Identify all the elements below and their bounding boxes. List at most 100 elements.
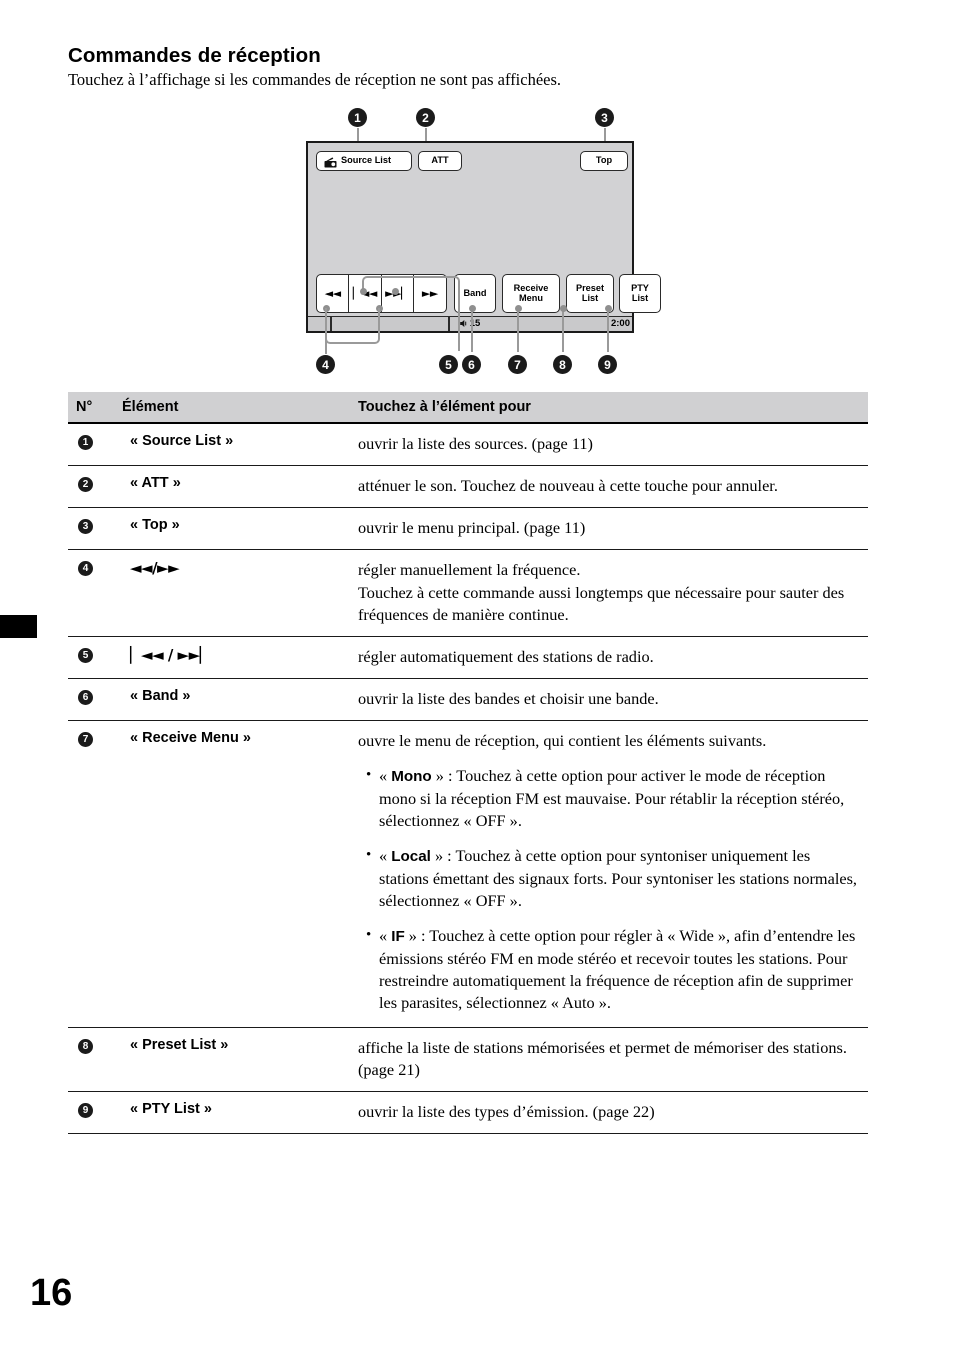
row-callout-badge: 6 (78, 690, 93, 706)
row-description-text: régler automatiquement des stations de r… (358, 646, 654, 666)
leader-line-9 (607, 308, 610, 352)
row-element-cell: « Preset List » (130, 1036, 229, 1053)
bullet-keyword: IF (391, 928, 405, 946)
list-item: • « Mono » : Touchez à cette option pour… (358, 765, 862, 832)
source-list-label: Source List (341, 155, 392, 166)
table-row: 9 « PTY List » ouvrir la liste des types… (68, 1092, 868, 1134)
callout-4: 4 (316, 355, 335, 374)
callout-9: 9 (598, 355, 617, 374)
volume-indicator: 15 (460, 318, 480, 329)
row-callout-badge: 3 (78, 519, 93, 535)
row-number-cell: 3 (68, 517, 122, 535)
table-row: 5 ▏◄◄ / ►►▏ régler automatiquement des s… (68, 637, 868, 680)
row-description-text: ouvrir la liste des bandes et choisir un… (358, 689, 659, 709)
bullet-prefix: « (379, 846, 392, 866)
bullet-icon: • (366, 847, 372, 864)
row-number-cell: 1 (68, 433, 122, 450)
row-number-cell: 8 (68, 1037, 122, 1054)
row-number-cell: 5 (68, 646, 122, 663)
row-description-text: ouvrir la liste des sources. (page 11) (358, 434, 593, 453)
row-element-cell: « Receive Menu » (130, 730, 251, 747)
row-callout-badge: 2 (78, 477, 93, 493)
row-number-cell: 9 (68, 1101, 122, 1118)
seek-backward-button[interactable]: ◄◄ (317, 275, 350, 312)
leader-line-4b (377, 308, 381, 335)
receive-menu-button[interactable]: Receive Menu (502, 274, 560, 313)
leader-bracket-4 (324, 332, 380, 344)
pty-list-label-line2: List (631, 292, 649, 303)
volume-icon (460, 320, 467, 327)
leader-line-4c (324, 336, 328, 354)
pty-list-label-line1: PTY (631, 282, 649, 293)
leader-dot-5b (391, 288, 399, 295)
row-description-text: atténuer le son. Touchez de nouveau à ce… (358, 476, 778, 496)
table-row: 7 « Receive Menu » ouvre le menu de réce… (68, 721, 868, 1028)
row-callout-badge: 4 (78, 561, 93, 577)
row-description-cell: ouvrir la liste des sources. (page 11) (358, 433, 868, 455)
leader-dot-6 (468, 305, 476, 312)
row-description-text-2: Touchez à cette commande aussi longtemps… (358, 582, 845, 624)
row-number-cell: 7 (68, 730, 122, 748)
chapter-edge-marker (0, 615, 37, 638)
row-callout-badge: 7 (78, 732, 93, 748)
row-element-cell: ◄◄/►► (130, 559, 180, 578)
row-description-cell: ouvre le menu de réception, qui contient… (358, 730, 868, 1016)
list-item: • « Local » : Touchez à cette option pou… (358, 845, 862, 912)
row-callout-badge: 5 (78, 647, 93, 663)
bullet-suffix: » : Touchez à cette option pour syntonis… (379, 846, 857, 911)
callout-7: 7 (508, 355, 527, 374)
row-description-cell: atténuer le son. Touchez de nouveau à ce… (358, 475, 868, 497)
callout-1: 1 (348, 108, 367, 127)
row-element-cell: « ATT » (130, 475, 181, 492)
preset-list-label-line2: List (581, 292, 599, 303)
row-callout-badge: 1 (78, 435, 93, 450)
reception-controls-table: N° Élément Touchez à l’élément pour 1 « … (68, 392, 868, 1134)
leader-dot-7 (514, 305, 522, 312)
row-callout-badge: 9 (78, 1102, 93, 1118)
callout-5: 5 (439, 355, 458, 374)
table-row: 6 « Band » ouvrir la liste des bandes et… (68, 679, 868, 722)
row-element-cell: « Band » (130, 688, 191, 705)
table-row: 3 « Top » ouvrir le menu principal. (pag… (68, 508, 868, 551)
row-element-cell: ▏◄◄ / ►►▏ (130, 645, 211, 664)
receiver-screen: Source List ATT Top ◄◄ ▏◄◄ ►►▏ ►► Band R… (306, 141, 661, 333)
source-list-button[interactable]: Source List (316, 151, 412, 171)
row-description-cell: régler automatiquement des stations de r… (358, 646, 868, 668)
receive-menu-options-list: • « Mono » : Touchez à cette option pour… (358, 765, 862, 1014)
list-item: • « IF » : Touchez à cette option pour r… (358, 925, 862, 1014)
row-element-cell: « Source List » (130, 433, 234, 449)
callout-3: 3 (595, 108, 614, 127)
bullet-keyword: Mono (391, 768, 432, 786)
clock-display: 2:00 (610, 318, 630, 329)
bullet-suffix: » : Touchez à cette option pour activer … (379, 766, 845, 831)
receive-menu-label-line2: Menu (519, 292, 543, 303)
bullet-icon: • (366, 767, 372, 784)
page-number: 16 (30, 1272, 73, 1314)
leader-line-6 (471, 308, 474, 352)
column-header-element: Élément (122, 399, 179, 415)
table-header-row: N° Élément Touchez à l’élément pour (68, 392, 868, 424)
callout-2: 2 (416, 108, 435, 127)
row-description-text: ouvre le menu de réception, qui contient… (358, 731, 767, 751)
row-number-cell: 4 (68, 559, 122, 577)
bullet-text: « Local » : Touchez à cette option pour … (379, 845, 862, 912)
row-description-cell: ouvrir le menu principal. (page 11) (358, 517, 868, 539)
leader-dot-9 (604, 305, 612, 312)
status-bar: 15 2:00 (308, 316, 632, 331)
table-row: 1 « Source List » ouvrir la liste des so… (68, 424, 868, 467)
table-row: 2 « ATT » atténuer le son. Touchez de no… (68, 466, 868, 509)
top-label: Top (595, 155, 613, 166)
leader-line-7 (517, 308, 520, 352)
row-description-text: affiche la liste de stations mémorisées … (358, 1037, 847, 1079)
att-button[interactable]: ATT (418, 151, 462, 171)
top-button[interactable]: Top (580, 151, 628, 171)
bullet-text: « Mono » : Touchez à cette option pour a… (379, 765, 862, 832)
leader-line-8 (562, 308, 565, 352)
pty-list-button[interactable]: PTY List (619, 274, 661, 313)
table-row: 8 « Preset List » affiche la liste de st… (68, 1028, 868, 1092)
row-number-cell: 6 (68, 688, 122, 706)
row-description-cell: ouvrir la liste des bandes et choisir un… (358, 688, 868, 710)
bullet-icon: • (366, 927, 372, 944)
receiver-diagram: 1 2 3 Source List ATT Top ◄◄ ►► Band Rec… (0, 0, 954, 385)
band-label: Band (463, 287, 487, 298)
